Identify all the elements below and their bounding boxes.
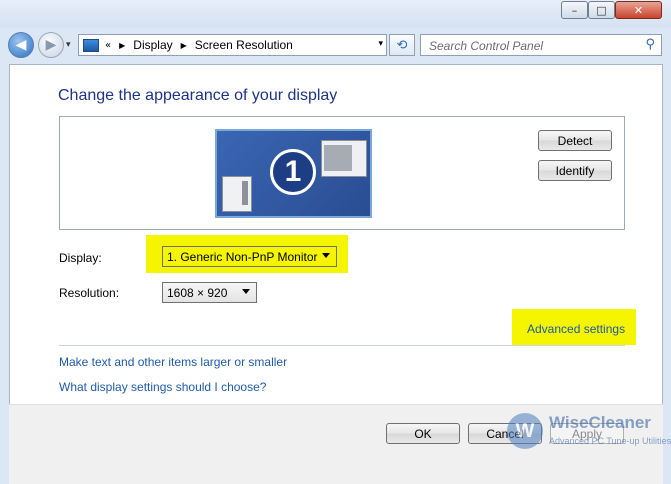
text-size-link[interactable]: Make text and other items larger or smal… (59, 355, 287, 369)
wisecleaner-logo-icon: W (507, 413, 543, 449)
breadcrumb-screen-resolution[interactable]: Screen Resolution (195, 38, 293, 52)
maximize-button[interactable]: □ (588, 1, 615, 19)
resolution-label: Resolution: (59, 286, 120, 300)
address-bar[interactable]: « ▶ Display ▶ Screen Resolution ▾ (78, 34, 387, 56)
identify-button[interactable]: Identify (538, 160, 612, 181)
resolution-select-value: 1608 × 920 (167, 285, 228, 300)
title-bar: – □ ✕ (0, 0, 671, 28)
divider (59, 345, 625, 346)
display-label: Display: (59, 251, 102, 265)
address-dropdown-icon[interactable]: ▾ (378, 39, 383, 49)
monitor-arrangement-panel: 1 Detect Identify (59, 116, 625, 230)
search-box[interactable]: ⚲ (420, 34, 662, 56)
recent-pages-dropdown-icon[interactable]: ▾ (66, 39, 71, 50)
watermark-title: WiseCleaner (549, 413, 651, 432)
resolution-select[interactable]: 1608 × 920 (162, 282, 257, 303)
dropdown-arrow-icon (242, 289, 250, 294)
dialog-footer: OK Cancel Apply W WiseCleaner Advanced P… (9, 404, 671, 484)
overflow-chevron-icon[interactable]: « (105, 40, 111, 51)
watermark-subtitle: Advanced PC Tune-up Utilities (549, 436, 671, 446)
monitor-1-icon[interactable]: 1 (215, 129, 372, 218)
detect-button[interactable]: Detect (538, 130, 612, 151)
monitor-number-badge: 1 (270, 149, 316, 195)
screen-resolution-window: – □ ✕ ◀ ▶ ▾ « ▶ Display ▶ Screen Resolut… (0, 0, 671, 484)
minimize-button[interactable]: – (561, 1, 588, 19)
back-button[interactable]: ◀ (8, 32, 34, 58)
display-select[interactable]: 1. Generic Non-PnP Monitor (162, 246, 337, 267)
page-title: Change the appearance of your display (58, 87, 338, 104)
dropdown-arrow-icon (322, 253, 330, 258)
refresh-icon[interactable]: ⟲ (389, 34, 415, 56)
close-button[interactable]: ✕ (615, 1, 662, 19)
forward-button[interactable]: ▶ (38, 32, 64, 58)
breadcrumb-separator-icon[interactable]: ▶ (119, 41, 125, 50)
window-thumbnail-icon (321, 140, 367, 177)
search-input[interactable] (427, 38, 641, 54)
advanced-settings-link[interactable]: Advanced settings (527, 322, 625, 336)
control-panel-icon (83, 38, 99, 52)
search-icon[interactable]: ⚲ (645, 37, 655, 52)
watermark: W WiseCleaner Advanced PC Tune-up Utilit… (507, 409, 671, 453)
display-select-value: 1. Generic Non-PnP Monitor (167, 249, 318, 264)
breadcrumb-display[interactable]: Display (133, 38, 172, 52)
breadcrumb-separator-icon[interactable]: ▶ (181, 41, 187, 50)
display-help-link[interactable]: What display settings should I choose? (59, 380, 266, 394)
ok-button[interactable]: OK (386, 423, 460, 444)
navigation-bar: ◀ ▶ ▾ « ▶ Display ▶ Screen Resolution ▾ … (0, 30, 671, 62)
window-thumbnail-icon (222, 176, 252, 212)
